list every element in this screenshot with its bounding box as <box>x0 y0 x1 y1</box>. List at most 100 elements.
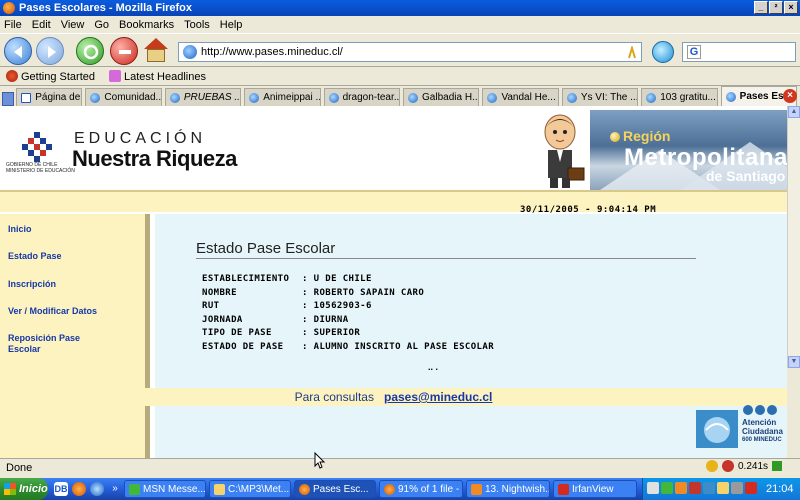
globe-icon <box>566 92 577 103</box>
vertical-scrollbar[interactable]: ▲ ▼ <box>787 106 800 368</box>
task-download[interactable]: 91% of 1 file - ... <box>379 480 463 498</box>
tab-list-icon[interactable] <box>2 92 15 106</box>
tray-alert-icon[interactable] <box>745 482 757 494</box>
tab-pagina-inicio[interactable]: Página de i... <box>16 88 83 106</box>
atencion-ciudadana-badge[interactable]: Atención Ciudadana 600 MINEDUC <box>694 404 786 450</box>
tab-animeippai[interactable]: Animeippai ... <box>244 88 321 106</box>
stop-icon <box>119 50 131 54</box>
region-label: Región <box>610 128 670 144</box>
sidebar-link-estado-pase[interactable]: Estado Pase <box>8 251 62 262</box>
google-icon: G <box>687 45 701 59</box>
url-bar[interactable]: http://www.pases.mineduc.cl/ <box>178 42 642 62</box>
atencion-line-3: 600 MINEDUC <box>742 437 782 443</box>
tray-misc-icon[interactable] <box>731 482 743 494</box>
menu-file[interactable]: File <box>4 19 22 31</box>
gobierno-logo-text: GOBIERNO DE CHILE MINISTERIO DE EDUCACIÓ… <box>6 162 75 174</box>
tab-galbadia[interactable]: Galbadia H... <box>403 88 480 106</box>
start-button[interactable]: Inicio <box>0 478 48 500</box>
reload-icon <box>83 44 99 60</box>
bookmark-getting-started[interactable]: Getting Started <box>6 69 95 83</box>
quicklaunch-db-icon[interactable]: DB <box>54 482 68 496</box>
menu-help[interactable]: Help <box>220 19 243 31</box>
reload-button[interactable] <box>76 37 104 65</box>
globe-icon <box>646 92 657 103</box>
menu-bookmarks[interactable]: Bookmarks <box>119 19 174 31</box>
tab-ys-vi[interactable]: Ys VI: The ... <box>561 88 639 106</box>
site-header: GOBIERNO DE CHILE MINISTERIO DE EDUCACIÓ… <box>0 106 787 194</box>
folder-icon <box>214 483 225 495</box>
rss-icon[interactable] <box>627 46 637 60</box>
title-divider <box>196 258 696 259</box>
task-nightwish[interactable]: 13. Nightwish... <box>466 480 550 498</box>
menu-tools[interactable]: Tools <box>184 19 210 31</box>
firefox-icon <box>299 483 310 495</box>
menu-view[interactable]: View <box>61 19 85 31</box>
tab-vandal[interactable]: Vandal He... <box>482 88 559 106</box>
quicklaunch-firefox-icon[interactable] <box>72 482 86 496</box>
winamp-tray-icon[interactable] <box>675 482 687 494</box>
task-pases-escolares[interactable]: Pases Esc... <box>294 480 376 498</box>
region-subtitle: de Santiago <box>706 168 786 184</box>
stop-button[interactable] <box>110 37 138 65</box>
forward-button[interactable] <box>36 37 64 65</box>
antivirus-icon[interactable] <box>689 482 701 494</box>
menu-edit[interactable]: Edit <box>32 19 51 31</box>
sidebar-link-ver-modificar[interactable]: Ver / Modificar Datos <box>8 306 97 317</box>
back-button[interactable] <box>4 37 32 65</box>
tab-comunidad[interactable]: Comunidad... <box>85 88 162 106</box>
close-tab-icon[interactable]: × <box>783 89 797 103</box>
title-bar: Pases Escolares - Mozilla Firefox _ ² × <box>0 0 800 16</box>
quicklaunch-ie-icon[interactable] <box>90 482 104 496</box>
status-text: Done <box>6 461 33 474</box>
mascot-student-icon <box>544 114 585 188</box>
irfanview-icon <box>558 483 569 495</box>
chat-icon[interactable] <box>647 482 659 494</box>
adblock-icon[interactable] <box>706 460 718 472</box>
contact-email-link[interactable]: pases@mineduc.cl <box>384 390 492 404</box>
contact-bar: Para consultas pases@mineduc.cl <box>0 388 787 406</box>
mouse-cursor-icon <box>314 452 326 469</box>
task-mp3-folder[interactable]: C:\MP3\Met... <box>209 480 291 498</box>
page-content: GOBIERNO DE CHILE MINISTERIO DE EDUCACIÓ… <box>0 106 787 458</box>
bookmarks-toolbar: Getting Started Latest Headlines <box>0 67 800 86</box>
status-ok-icon <box>772 461 783 471</box>
download-icon <box>384 483 395 495</box>
scroll-down-icon[interactable]: ▼ <box>788 356 800 368</box>
volume-icon[interactable] <box>717 482 729 494</box>
scroll-up-icon[interactable]: ▲ <box>788 106 800 118</box>
info-row-nombre: NOMBRE: ROBERTO SAPAIN CARO <box>202 288 425 298</box>
network-icon[interactable] <box>703 482 715 494</box>
tab-pruebas[interactable]: PRUEBAS ... <box>164 88 242 106</box>
sidebar-link-inscripcion[interactable]: Inscripción <box>8 279 56 290</box>
header-stripe <box>0 190 787 212</box>
clock[interactable]: 21:04 <box>766 483 794 495</box>
task-msn-messenger[interactable]: MSN Messe... <box>124 480 206 498</box>
globe-icon <box>249 92 260 103</box>
info-row-rut: RUT: 10562903-6 <box>202 301 372 311</box>
sidebar-menu: Inicio Estado Pase Inscripción Ver / Mod… <box>0 214 150 458</box>
region-logo-icon <box>610 132 620 142</box>
search-input[interactable]: G <box>682 42 796 62</box>
globe-icon <box>169 92 180 103</box>
home-icon <box>144 38 168 49</box>
status-indicators: 0.241s <box>706 460 783 472</box>
sidebar-link-inicio[interactable]: Inicio <box>8 224 32 235</box>
go-button[interactable] <box>652 41 674 63</box>
info-row-tipo-pase: TIPO DE PASE: SUPERIOR <box>202 328 361 338</box>
close-window-button[interactable]: × <box>784 1 798 14</box>
bookmark-latest-headlines[interactable]: Latest Headlines <box>109 69 206 83</box>
menu-go[interactable]: Go <box>94 19 109 31</box>
tab-103-gratitud[interactable]: 103 gratitu... <box>641 88 718 106</box>
task-irfanview[interactable]: IrfanView <box>553 480 637 498</box>
sidebar-link-reposicion[interactable]: Reposición Pase Escolar <box>8 333 98 355</box>
tab-dragon-tear[interactable]: dragon-tear... <box>323 88 401 106</box>
minimize-button[interactable]: _ <box>754 1 768 14</box>
maximize-button[interactable]: ² <box>769 1 783 14</box>
msn-tray-icon[interactable] <box>661 482 673 494</box>
quicklaunch-more-icon[interactable]: » <box>108 482 122 496</box>
home-button[interactable] <box>142 38 170 64</box>
status-bar: Done <box>0 458 800 476</box>
windows-logo-icon <box>4 483 16 495</box>
extension-icon[interactable] <box>722 460 734 472</box>
google-tab-icon <box>21 92 32 103</box>
